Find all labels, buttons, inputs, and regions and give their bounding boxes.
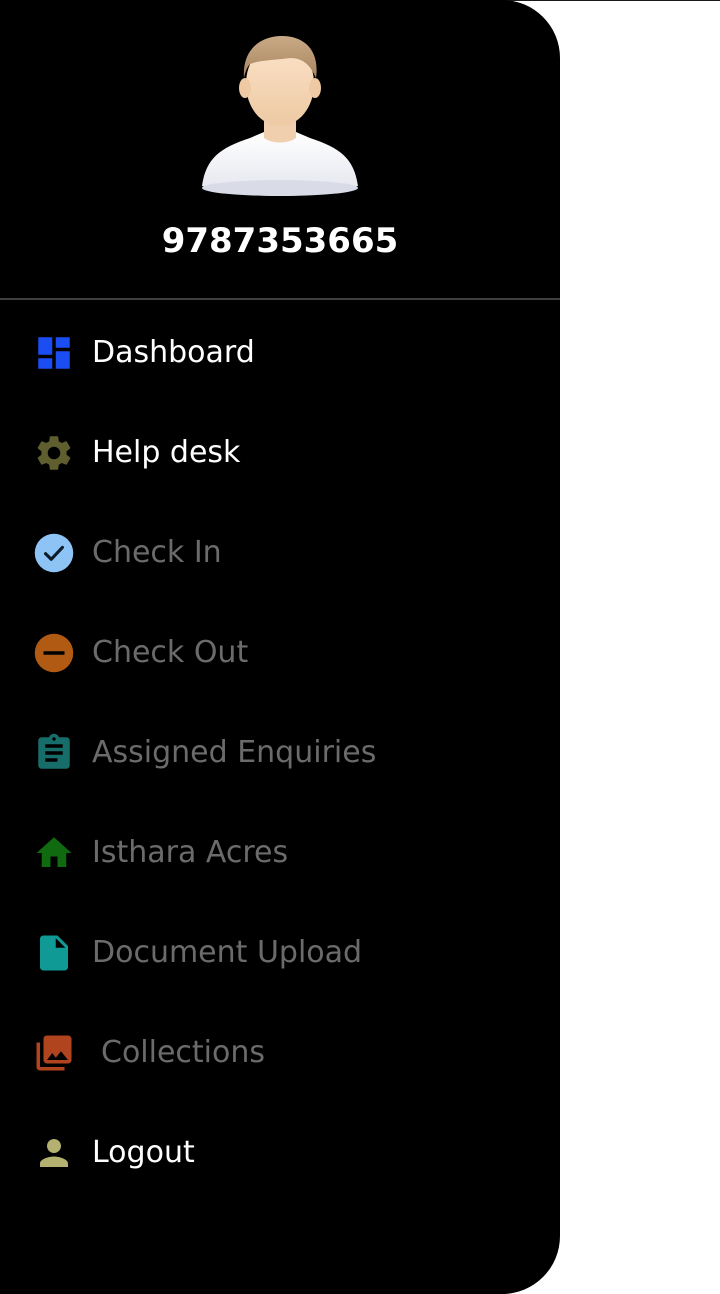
minus-circle-icon	[33, 632, 75, 674]
menu-label: Collections	[101, 1035, 266, 1070]
menu-item-assigned-enquiries[interactable]: Assigned Enquiries	[0, 703, 560, 803]
menu-label: Logout	[92, 1135, 195, 1170]
person-icon	[33, 1132, 75, 1174]
menu-label: Assigned Enquiries	[92, 735, 377, 770]
clipboard-icon	[33, 732, 75, 774]
menu-label: Document Upload	[92, 935, 363, 970]
check-circle-icon	[33, 532, 75, 574]
menu-label: Isthara Acres	[92, 835, 289, 870]
header-divider	[0, 298, 560, 300]
user-phone-number: 9787353665	[161, 221, 399, 261]
avatar	[198, 34, 362, 200]
navigation-drawer: 9787353665 Dashboard Help desk Check In …	[0, 0, 560, 1294]
menu-item-document-upload[interactable]: Document Upload	[0, 903, 560, 1003]
menu-label: Check Out	[92, 635, 249, 670]
drawer-header: 9787353665	[0, 0, 560, 300]
app-screen: 9787353665 Dashboard Help desk Check In …	[0, 0, 720, 1294]
menu-item-check-in[interactable]: Check In	[0, 503, 560, 603]
menu-label: Help desk	[92, 435, 241, 470]
menu-label: Check In	[92, 535, 222, 570]
home-icon	[33, 832, 75, 874]
photo-library-icon	[33, 1032, 75, 1074]
menu-item-help-desk[interactable]: Help desk	[0, 403, 560, 503]
menu-item-collections[interactable]: Collections	[0, 1003, 560, 1103]
document-icon	[33, 932, 75, 974]
drawer-menu: Dashboard Help desk Check In Check Out A…	[0, 303, 560, 1203]
menu-item-isthara-acres[interactable]: Isthara Acres	[0, 803, 560, 903]
menu-item-dashboard[interactable]: Dashboard	[0, 303, 560, 403]
user-avatar-icon	[202, 36, 358, 196]
menu-item-check-out[interactable]: Check Out	[0, 603, 560, 703]
menu-item-logout[interactable]: Logout	[0, 1103, 560, 1203]
menu-label: Dashboard	[92, 335, 255, 370]
gear-icon	[33, 432, 75, 474]
dashboard-icon	[33, 332, 75, 374]
